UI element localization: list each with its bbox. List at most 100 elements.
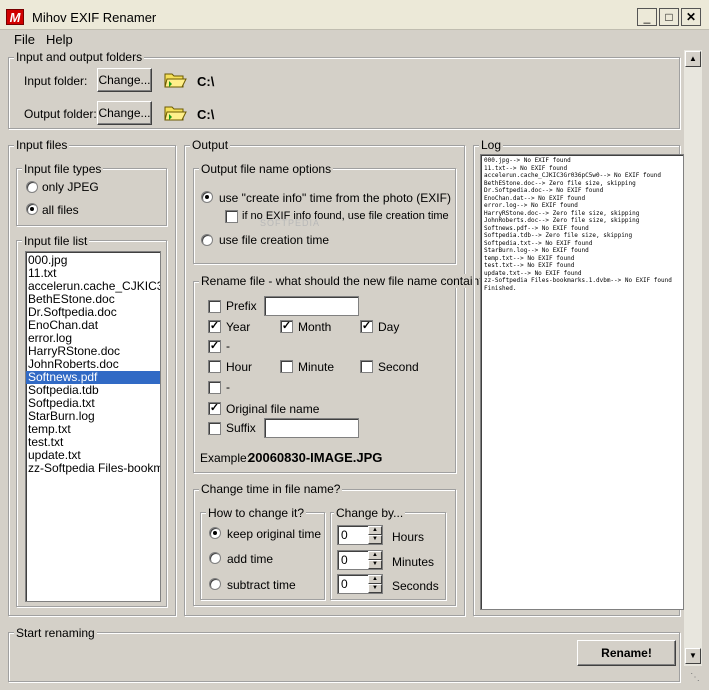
file-creation-radio[interactable] [201,234,213,246]
day-label: Day [378,320,400,334]
start-renaming-title: Start renaming [14,626,97,640]
hours-up-arrow-icon[interactable]: ▲ [368,526,382,535]
folders-group-title: Input and output folders [14,50,145,64]
how-to-change-title: How to change it? [206,506,307,520]
minute-label: Minute [298,360,335,374]
hour-checkbox[interactable] [208,360,221,373]
window-scrollbar[interactable] [684,50,702,666]
seconds-spinner[interactable]: 0 ▲ ▼ [337,574,383,594]
original-name-checkbox[interactable]: ✓ [208,402,221,415]
example-label: Example: [200,451,251,465]
log-line: Dr.Softpedia.doc--> No EXIF found [484,187,604,194]
month-checkbox[interactable]: ✓ [280,320,293,333]
create-info-radio[interactable] [201,191,213,203]
second-checkbox[interactable] [360,360,373,373]
minutes-value: 0 [341,553,348,567]
seconds-up-arrow-icon[interactable]: ▲ [368,575,382,584]
hour-label: Hour [226,360,253,374]
only-jpeg-radio[interactable] [26,181,38,193]
fallback-checkbox[interactable] [225,210,238,223]
subtract-time-radio[interactable] [209,578,221,590]
minutes-label: Minutes [392,555,435,569]
log-line: accelerun.cache_CJKIC3Gr036pC5w0--> No E… [484,172,662,179]
dash-label-2: - [226,380,230,394]
log-line: 11.txt--> No EXIF found [484,164,568,172]
only-jpeg-label: only JPEG [42,180,99,194]
log-line: Softpedia.tdb--> Zero file size, skippin… [484,232,633,239]
prefix-input[interactable] [264,296,359,316]
scroll-down-arrow-icon[interactable]: ▼ [685,648,701,664]
resize-grip-icon[interactable]: ⋱ [690,672,704,686]
folder-icon [164,73,187,88]
rename-button[interactable]: Rename! [577,640,676,666]
output-folder-path: C:\ [197,107,215,122]
file-creation-label: use file creation time [219,233,330,247]
folder-icon [164,106,187,121]
softpedia-watermark: SOFTPEDIA [260,218,321,228]
add-time-radio[interactable] [209,552,221,564]
log-line: EnoChan.dat--> No EXIF found [484,194,586,202]
suffix-checkbox[interactable] [208,422,221,435]
all-files-radio[interactable] [26,203,38,215]
minute-checkbox[interactable] [280,360,293,373]
minimize-button[interactable]: _ [637,8,657,26]
menu-bar [0,30,709,49]
input-folder-label: Input folder: [24,74,88,88]
all-files-label: all files [42,203,79,217]
log-line: StarBurn.log--> No EXIF found [484,247,589,254]
output-name-options-title: Output file name options [199,162,334,176]
window-title: Mihov EXIF Renamer [32,10,157,25]
log-line: zz-Softpedia Files-bookmarks.1.dvbm--> N… [484,277,672,284]
input-file-list-title: Input file list [22,234,90,248]
maximize-button[interactable]: □ [659,8,679,26]
subtract-time-label: subtract time [227,578,296,592]
hours-down-arrow-icon[interactable]: ▼ [368,535,382,544]
dash-checkbox-2[interactable] [208,381,221,394]
log-line: JohnRoberts.doc--> Zero file size, skipp… [484,217,640,224]
month-label: Month [298,320,332,334]
prefix-checkbox[interactable] [208,300,221,313]
menu-help[interactable]: Help [46,32,73,47]
log-line: update.txt--> No EXIF found [484,269,582,277]
dash-checkbox-1[interactable]: ✓ [208,340,221,353]
keep-original-radio[interactable] [209,527,221,539]
app-logo-icon: M [6,9,24,25]
log-line: BethEStone.doc--> Zero file size, skippi… [484,179,636,187]
log-line: temp.txt--> No EXIF found [484,254,575,262]
change-by-title: Change by... [334,506,406,520]
minutes-up-arrow-icon[interactable]: ▲ [368,551,382,560]
add-time-label: add time [227,552,274,566]
original-name-label: Original file name [226,402,320,416]
suffix-input[interactable] [264,418,359,438]
log-line: error.log--> No EXIF found [484,202,578,209]
year-label: Year [226,320,251,334]
scroll-up-arrow-icon[interactable]: ▲ [685,51,701,67]
year-checkbox[interactable]: ✓ [208,320,221,333]
hours-label: Hours [392,530,425,544]
input-file-types-title: Input file types [22,162,104,176]
file-list-item[interactable]: zz-Softpedia Files-bookmark [26,462,160,475]
keep-original-label: keep original time [227,527,322,541]
minutes-spinner[interactable]: 0 ▲ ▼ [337,550,383,570]
hours-value: 0 [341,528,348,542]
input-folder-path: C:\ [197,74,215,89]
hours-spinner[interactable]: 0 ▲ ▼ [337,525,383,545]
log-line: Softnews.pdf--> No EXIF found [484,224,589,232]
log-output[interactable]: 000.jpg--> No EXIF found 11.txt--> No EXI… [480,154,684,610]
change-input-folder-button[interactable]: Change... [97,68,152,92]
change-output-folder-button[interactable]: Change... [97,101,152,125]
change-time-title: Change time in file name? [199,482,343,496]
input-file-list[interactable]: 000.jpg11.txtaccelerun.cache_CJKIC3GrBet… [25,251,161,602]
log-line: Finished. [484,284,517,292]
log-line: HarryRStone.doc--> Zero file size, skipp… [484,209,640,217]
rename-contents-title: Rename file - what should the new file n… [199,274,488,288]
close-button[interactable]: ✕ [681,8,701,26]
seconds-value: 0 [341,577,348,591]
dash-label-1: - [226,339,230,353]
menu-file[interactable]: File [14,32,35,47]
seconds-down-arrow-icon[interactable]: ▼ [368,584,382,593]
day-checkbox[interactable]: ✓ [360,320,373,333]
minutes-down-arrow-icon[interactable]: ▼ [368,560,382,569]
log-line: Softpedia.txt--> No EXIF found [484,239,593,247]
input-files-group-title: Input files [14,138,70,152]
